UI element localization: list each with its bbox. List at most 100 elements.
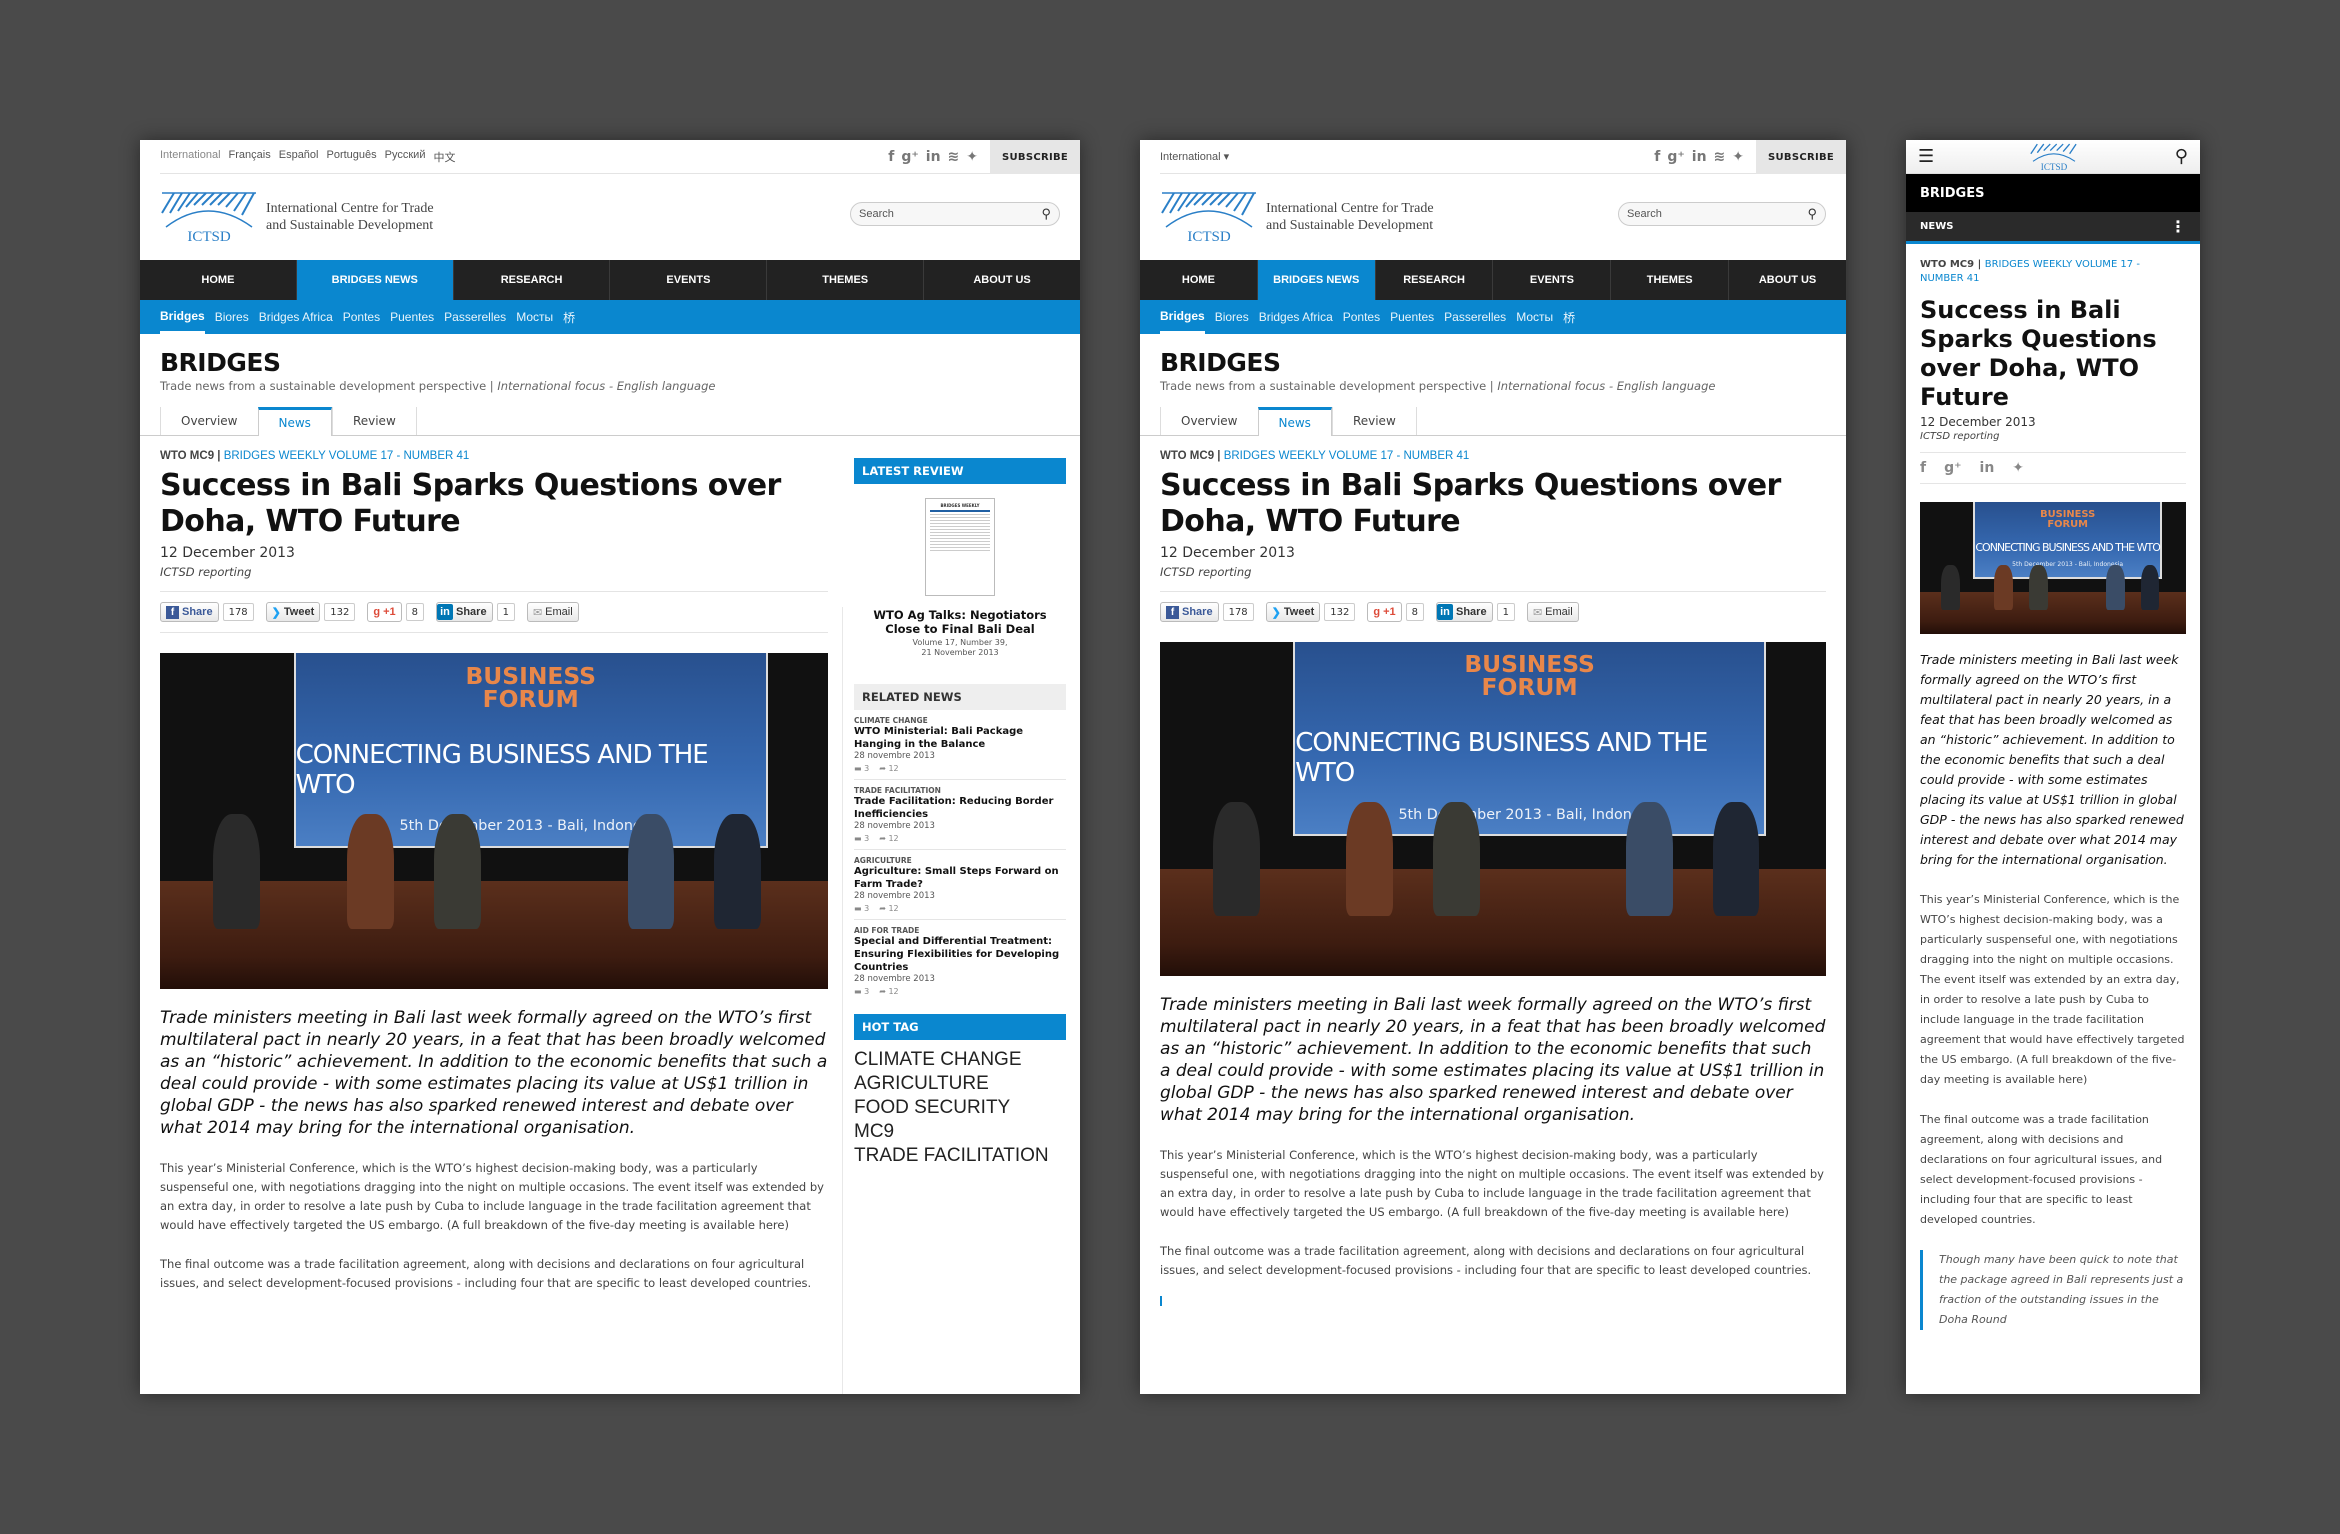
share-bar: f Share 178 ❯ Tweet 132 g +1 8 in Share 1 ✉ Email xyxy=(1160,592,1826,632)
linkedin-share-button[interactable]: in Share xyxy=(436,602,493,622)
nav-events[interactable]: EVENTS xyxy=(1493,260,1612,300)
tab-news[interactable]: News xyxy=(1257,407,1332,436)
pub-qiao[interactable]: 桥 xyxy=(563,300,575,334)
facebook-icon[interactable]: f xyxy=(1920,460,1926,476)
issue-link[interactable]: BRIDGES WEEKLY VOLUME 17 - NUMBER 41 xyxy=(224,450,470,462)
facebook-icon[interactable]: f xyxy=(888,149,894,165)
facebook-share-button[interactable]: f Share xyxy=(160,602,219,622)
pub-mosty[interactable]: Мосты xyxy=(1516,300,1553,334)
language-dropdown[interactable]: International ▾ xyxy=(1160,150,1229,163)
email-button[interactable]: ✉ Email xyxy=(526,602,579,622)
nav-about-us[interactable]: ABOUT US xyxy=(924,260,1080,300)
linkedin-icon[interactable]: in xyxy=(1692,149,1707,165)
nav-bridges-news[interactable]: BRIDGES NEWS xyxy=(1257,260,1376,300)
pub-biores[interactable]: Biores xyxy=(215,300,249,334)
review-title[interactable]: WTO Ag Talks: Negotiators Close to Final… xyxy=(854,608,1066,636)
search-icon[interactable]: ⚲ xyxy=(2175,146,2188,167)
language-chinese[interactable]: 中文 xyxy=(433,149,455,165)
nav-themes[interactable]: THEMES xyxy=(1611,260,1730,300)
pub-biores[interactable]: Biores xyxy=(1215,300,1249,334)
tag-link[interactable]: AGRICULTURE xyxy=(854,1072,1066,1096)
linkedin-icon[interactable]: in xyxy=(926,149,941,165)
tab-overview[interactable]: Overview xyxy=(1160,407,1258,435)
google-plus-button[interactable]: g +1 xyxy=(1367,602,1402,622)
pub-puentes[interactable]: Puentes xyxy=(390,300,434,334)
pub-mosty[interactable]: Мосты xyxy=(516,300,553,334)
nav-research[interactable]: RESEARCH xyxy=(454,260,611,300)
related-item[interactable]: CLIMATE CHANGE WTO Ministerial: Bali Pack… xyxy=(854,710,1066,780)
more-options-icon[interactable]: ⋮ xyxy=(2170,217,2186,236)
nav-events[interactable]: EVENTS xyxy=(610,260,768,300)
language-spanish[interactable]: Español xyxy=(279,149,319,165)
article-byline: ICTSD reporting xyxy=(1920,431,2000,442)
tag-link[interactable]: CLIMATE CHANGE xyxy=(854,1048,1066,1072)
pub-bridges-africa[interactable]: Bridges Africa xyxy=(1259,300,1333,334)
ictsd-logo[interactable]: ICTSD International Centre for Trade and… xyxy=(160,191,434,243)
issue-link[interactable]: BRIDGES WEEKLY VOLUME 17 - NUMBER 41 xyxy=(1224,450,1470,462)
pub-passerelles[interactable]: Passerelles xyxy=(444,300,506,334)
tab-review[interactable]: Review xyxy=(1331,407,1417,435)
nav-themes[interactable]: THEMES xyxy=(767,260,925,300)
pub-puentes[interactable]: Puentes xyxy=(1390,300,1434,334)
section-subtitle: Trade news from a sustainable developmen… xyxy=(1160,379,1716,393)
nav-bridges-news[interactable]: BRIDGES NEWS xyxy=(296,260,454,300)
search-icon[interactable]: ⚲ xyxy=(1041,206,1051,222)
subscribe-button[interactable]: SUBSCRIBE xyxy=(990,140,1080,174)
pub-passerelles[interactable]: Passerelles xyxy=(1444,300,1506,334)
hamburger-menu-icon[interactable]: ☰ xyxy=(1918,146,1934,167)
language-french[interactable]: Français xyxy=(229,149,271,165)
language-international[interactable]: International xyxy=(160,149,221,165)
tweet-button[interactable]: ❯ Tweet xyxy=(265,602,321,622)
related-item[interactable]: AGRICULTURE Agriculture: Small Steps Forw… xyxy=(854,850,1066,920)
tag-link[interactable]: MC9 xyxy=(854,1120,1066,1144)
ictsd-logo[interactable]: ICTSD International Centre for Trade and… xyxy=(1160,191,1434,243)
mobile-subsection-label[interactable]: NEWS xyxy=(1920,221,1953,232)
search-icon[interactable]: ⚲ xyxy=(1807,206,1817,222)
article-date: 12 December 2013 xyxy=(1920,415,2036,429)
rss-icon[interactable]: ≋ xyxy=(948,149,960,165)
article: WTO MC9 | BRIDGES WEEKLY VOLUME 17 - NUM… xyxy=(1140,450,1846,1306)
rss-icon[interactable]: ≋ xyxy=(1714,149,1726,165)
google-plus-icon[interactable]: g⁺ xyxy=(901,149,918,165)
nav-home[interactable]: HOME xyxy=(1140,260,1258,300)
pub-pontes[interactable]: Pontes xyxy=(343,300,380,334)
pub-bridges[interactable]: Bridges xyxy=(160,300,205,334)
twitter-icon[interactable]: ✦ xyxy=(966,149,978,165)
google-plus-icon[interactable]: g⁺ xyxy=(1667,149,1684,165)
article-kicker: WTO MC9 | BRIDGES WEEKLY VOLUME 17 - NUM… xyxy=(160,450,470,462)
pub-bridges-africa[interactable]: Bridges Africa xyxy=(259,300,333,334)
related-item[interactable]: AID FOR TRADE Special and Differential Tr… xyxy=(854,920,1066,1002)
tab-review[interactable]: Review xyxy=(331,407,417,435)
language-portuguese[interactable]: Português xyxy=(327,149,377,165)
search-input[interactable]: Search ⚲ xyxy=(1618,202,1826,226)
facebook-share-button[interactable]: f Share xyxy=(1160,602,1219,622)
facebook-icon[interactable]: f xyxy=(1654,149,1660,165)
pub-bridges[interactable]: Bridges xyxy=(1160,300,1205,334)
tab-news[interactable]: News xyxy=(257,407,332,436)
article-date: 12 December 2013 xyxy=(1160,545,1295,561)
tweet-button[interactable]: ❯ Tweet xyxy=(1265,602,1321,622)
pub-qiao[interactable]: 桥 xyxy=(1563,300,1575,334)
search-input[interactable]: Search ⚲ xyxy=(850,202,1060,226)
publication-nav: Bridges Biores Bridges Africa Pontes Pue… xyxy=(140,300,1080,334)
twitter-icon[interactable]: ✦ xyxy=(1732,149,1744,165)
subscribe-button[interactable]: SUBSCRIBE xyxy=(1756,140,1846,174)
nav-research[interactable]: RESEARCH xyxy=(1376,260,1494,300)
google-plus-button[interactable]: g +1 xyxy=(367,602,402,622)
linkedin-share-button[interactable]: in Share xyxy=(1436,602,1493,622)
ictsd-logo[interactable]: ICTSD xyxy=(2026,143,2082,171)
tag-link[interactable]: FOOD SECURITY xyxy=(854,1096,1066,1120)
google-plus-icon[interactable]: g⁺ xyxy=(1944,460,1961,476)
review-cover-thumbnail[interactable]: BRIDGES WEEKLY xyxy=(925,498,995,596)
linkedin-icon[interactable]: in xyxy=(1980,460,1995,476)
pub-pontes[interactable]: Pontes xyxy=(1343,300,1380,334)
language-russian[interactable]: Русский xyxy=(385,149,426,165)
tag-link[interactable]: TRADE FACILITATION xyxy=(854,1144,1066,1168)
twitter-icon[interactable]: ✦ xyxy=(2012,460,2024,476)
tab-overview[interactable]: Overview xyxy=(160,407,258,435)
related-item[interactable]: TRADE FACILITATION Trade Facilitation: Re… xyxy=(854,780,1066,850)
mobile-section-bar[interactable]: BRIDGES xyxy=(1906,174,2200,212)
nav-home[interactable]: HOME xyxy=(140,260,297,300)
nav-about-us[interactable]: ABOUT US xyxy=(1729,260,1846,300)
email-button[interactable]: ✉ Email xyxy=(1526,602,1579,622)
